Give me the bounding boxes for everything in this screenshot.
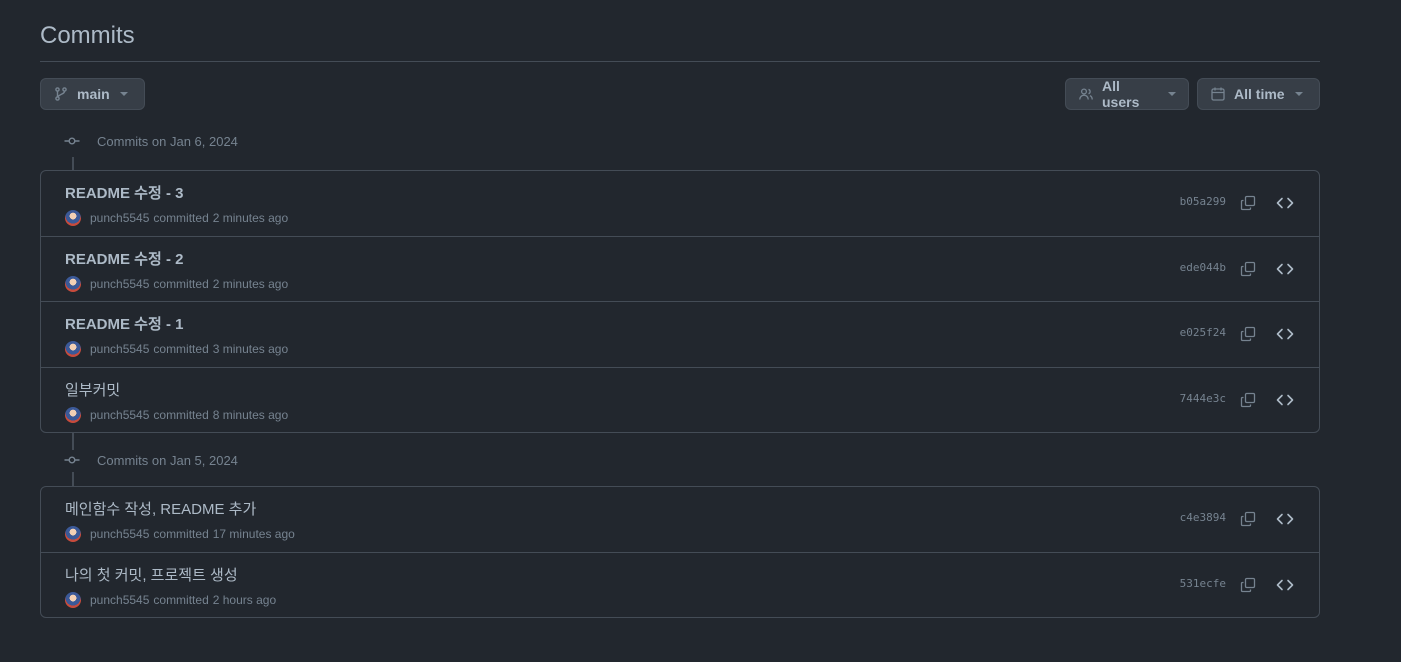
commit-message[interactable]: 나의 첫 커밋, 프로젝트 생성 bbox=[65, 564, 238, 585]
copy-icon[interactable] bbox=[1239, 391, 1257, 409]
commit-group-heading: Commits on Jan 5, 2024 bbox=[64, 450, 238, 470]
commit-message[interactable]: 메인함수 작성, README 추가 bbox=[65, 498, 256, 519]
users-filter-button[interactable]: All users bbox=[1065, 78, 1189, 110]
commit-time: 17 minutes ago bbox=[212, 527, 295, 541]
chevron-down-icon bbox=[1294, 92, 1303, 96]
commit-row: README 수정 - 1 punch5545 committed 3 minu… bbox=[41, 302, 1319, 368]
commit-meta: punch5545 committed 17 minutes ago bbox=[65, 526, 295, 542]
people-icon bbox=[1078, 86, 1094, 102]
commit-row: 일부커밋 punch5545 committed 8 minutes ago 7… bbox=[41, 368, 1319, 434]
copy-icon[interactable] bbox=[1239, 194, 1257, 212]
commit-row: 메인함수 작성, README 추가 punch5545 committed 1… bbox=[41, 487, 1319, 553]
title-divider bbox=[40, 61, 1320, 62]
commit-message-text: 메인함수 작성, README 추가 bbox=[65, 501, 257, 518]
commit-meta: punch5545 committed 3 minutes ago bbox=[65, 341, 288, 357]
calendar-icon bbox=[1210, 86, 1226, 102]
commit-group-heading: Commits on Jan 6, 2024 bbox=[64, 131, 238, 151]
timeline-line bbox=[72, 433, 74, 450]
commit-message[interactable]: README 수정 - 3 bbox=[65, 182, 183, 203]
avatar[interactable] bbox=[65, 210, 81, 226]
avatar[interactable] bbox=[65, 341, 81, 357]
commit-author[interactable]: punch5545 bbox=[90, 342, 149, 356]
avatar[interactable] bbox=[65, 406, 81, 423]
commits-page: Commits main All users All time Commits … bbox=[0, 0, 1401, 662]
chevron-down-icon bbox=[119, 92, 128, 96]
commit-row: README 수정 - 3 punch5545 committed 2 minu… bbox=[41, 171, 1319, 237]
page-title: Commits bbox=[40, 22, 135, 49]
commit-sha[interactable]: 7444e3c bbox=[1180, 392, 1226, 405]
avatar[interactable] bbox=[65, 526, 81, 542]
commit-time: 8 minutes ago bbox=[212, 407, 289, 422]
commit-verb: committed bbox=[153, 407, 209, 422]
commit-sha[interactable]: 531ecfe bbox=[1180, 577, 1226, 590]
commit-verb: committed bbox=[153, 527, 209, 541]
commit-time: 2 minutes ago bbox=[212, 276, 289, 291]
time-filter-button[interactable]: All time bbox=[1197, 78, 1320, 110]
commit-list: README 수정 - 3 punch5545 committed 2 minu… bbox=[40, 170, 1320, 433]
commit-verb: committed bbox=[153, 211, 209, 225]
code-icon[interactable] bbox=[1276, 325, 1294, 343]
chevron-down-icon bbox=[1168, 92, 1176, 96]
git-commit-icon bbox=[64, 452, 80, 468]
git-commit-icon bbox=[64, 133, 80, 149]
code-icon[interactable] bbox=[1276, 391, 1294, 409]
commit-message[interactable]: README 수정 - 2 bbox=[65, 248, 183, 269]
users-filter-label: All users bbox=[1102, 78, 1140, 110]
commit-group-date: Commits on Jan 6, 2024 bbox=[97, 133, 238, 149]
timeline-line bbox=[72, 157, 74, 170]
commit-author[interactable]: punch5545 bbox=[90, 593, 149, 607]
commit-row: 나의 첫 커밋, 프로젝트 생성 punch5545 committed 2 h… bbox=[41, 553, 1319, 619]
commit-meta: punch5545 committed 2 hours ago bbox=[65, 591, 277, 608]
commit-message[interactable]: 일부커밋 bbox=[65, 379, 120, 400]
commit-group-date: Commits on Jan 5, 2024 bbox=[97, 452, 238, 468]
copy-icon[interactable] bbox=[1239, 510, 1257, 528]
commit-verb: committed bbox=[153, 592, 209, 607]
avatar[interactable] bbox=[65, 591, 81, 608]
branch-selector-button[interactable]: main bbox=[40, 78, 145, 110]
commit-author[interactable]: punch5545 bbox=[90, 277, 149, 291]
commit-row: README 수정 - 2 punch5545 committed 2 minu… bbox=[41, 237, 1319, 302]
commit-author[interactable]: punch5545 bbox=[90, 211, 149, 225]
copy-icon[interactable] bbox=[1239, 576, 1257, 594]
commit-sha[interactable]: e025f24 bbox=[1180, 326, 1226, 339]
commit-meta: punch5545 committed 8 minutes ago bbox=[65, 406, 289, 423]
git-branch-icon bbox=[53, 86, 69, 102]
timeline-line bbox=[72, 472, 74, 486]
time-filter-label: All time bbox=[1234, 86, 1285, 102]
avatar[interactable] bbox=[65, 275, 81, 292]
commit-verb: committed bbox=[153, 342, 209, 356]
commit-time: 2 hours ago bbox=[212, 592, 277, 607]
commit-meta: punch5545 committed 2 minutes ago bbox=[65, 275, 289, 292]
branch-label: main bbox=[77, 86, 110, 102]
commit-verb: committed bbox=[153, 276, 209, 291]
code-icon[interactable] bbox=[1276, 510, 1294, 528]
code-icon[interactable] bbox=[1276, 194, 1294, 212]
commit-message[interactable]: README 수정 - 1 bbox=[65, 313, 183, 334]
commit-sha[interactable]: c4e3894 bbox=[1180, 511, 1226, 524]
commit-meta: punch5545 committed 2 minutes ago bbox=[65, 210, 288, 226]
commit-time: 2 minutes ago bbox=[212, 211, 289, 225]
copy-icon[interactable] bbox=[1239, 325, 1257, 343]
commit-sha[interactable]: b05a299 bbox=[1180, 195, 1226, 208]
code-icon[interactable] bbox=[1276, 576, 1294, 594]
copy-icon[interactable] bbox=[1239, 260, 1257, 278]
commit-author[interactable]: punch5545 bbox=[90, 527, 149, 541]
commit-author[interactable]: punch5545 bbox=[90, 408, 149, 422]
code-icon[interactable] bbox=[1276, 260, 1294, 278]
commit-time: 3 minutes ago bbox=[212, 342, 289, 356]
commit-sha[interactable]: ede044b bbox=[1180, 261, 1226, 274]
commit-list: 메인함수 작성, README 추가 punch5545 committed 1… bbox=[40, 486, 1320, 618]
